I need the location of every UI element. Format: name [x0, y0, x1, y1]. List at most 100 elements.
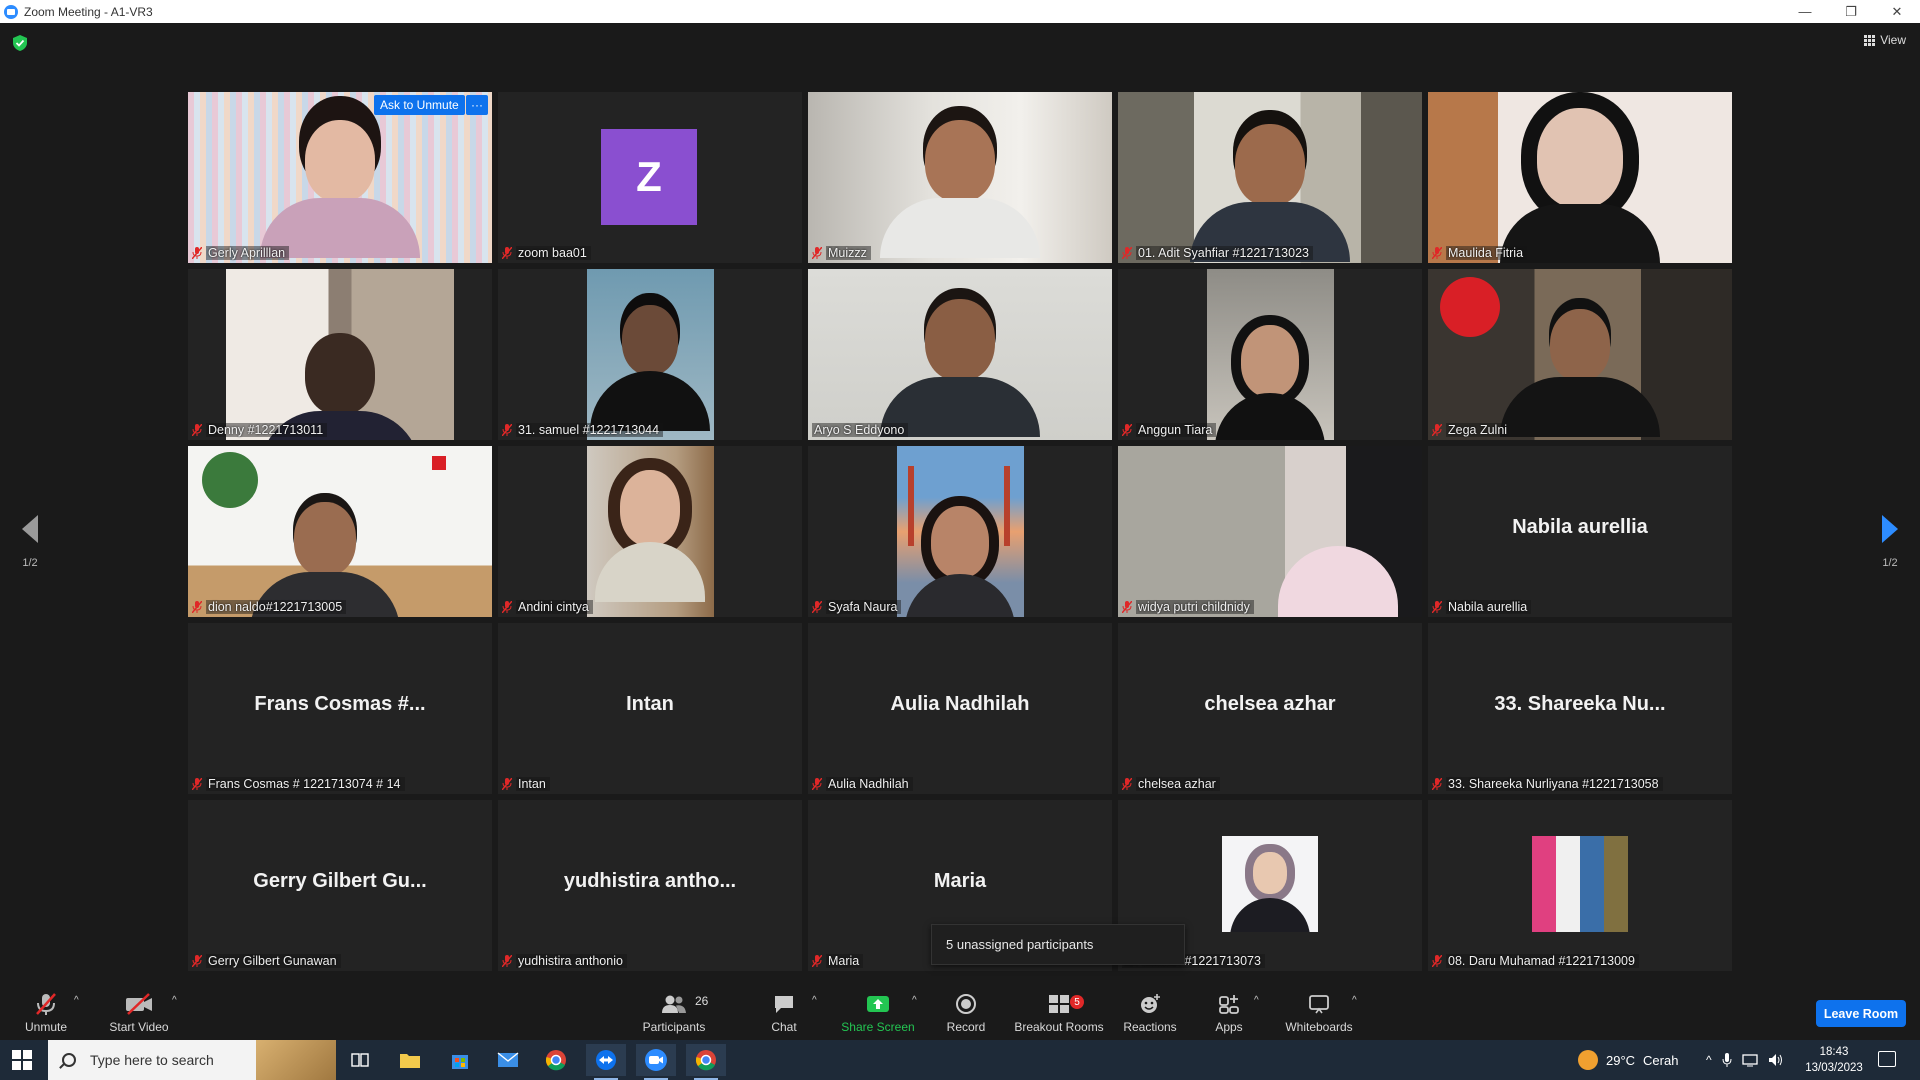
unmute-button[interactable]: Unmute	[18, 983, 74, 1039]
previous-page-button[interactable]: 1/2	[10, 515, 50, 569]
participant-tile[interactable]: Intan Intan	[498, 623, 802, 794]
next-page-button[interactable]: 1/2	[1870, 515, 1910, 569]
participant-name-label: Denny #1221713011	[192, 421, 328, 438]
participant-display-name: Maria	[933, 870, 987, 892]
participant-tile[interactable]: widya putri childnidy	[1118, 446, 1422, 617]
participants-button[interactable]: 26 Participants	[636, 983, 712, 1039]
muted-mic-icon	[502, 423, 512, 436]
view-button[interactable]: View	[1864, 33, 1906, 47]
meeting-top-bar: View	[0, 23, 1920, 68]
participant-tile[interactable]: Ask to Unmute ··· Gerly Aprilllan	[188, 92, 492, 263]
more-options-button[interactable]: ···	[466, 95, 488, 115]
volume-icon[interactable]	[1768, 1053, 1784, 1067]
participant-tile[interactable]: Frans Cosmas #... Frans Cosmas # 1221713…	[188, 623, 492, 794]
taskbar-search-box[interactable]: Type here to search	[48, 1040, 336, 1080]
share-options-chevron-icon[interactable]: ^	[912, 995, 917, 1006]
participant-tile[interactable]: Muizzz	[808, 92, 1112, 263]
participant-name-label: Maulida Fitria	[1432, 244, 1528, 261]
participant-name-label: Aryo S Eddyono	[812, 421, 909, 438]
whiteboards-button[interactable]: Whiteboards	[1284, 983, 1354, 1039]
breakout-rooms-badge: 5	[1070, 995, 1084, 1009]
participant-tile[interactable]: Zega Zulni	[1428, 269, 1732, 440]
clock-date: 13/03/2023	[1805, 1062, 1863, 1074]
start-video-button[interactable]: Start Video	[104, 983, 174, 1039]
weather-widget[interactable]: 29°C Cerah	[1578, 1040, 1678, 1080]
participant-tile[interactable]: 33. Shareeka Nu... 33. Shareeka Nurliyan…	[1428, 623, 1732, 794]
breakout-rooms-button[interactable]: 5 Breakout Rooms	[1012, 983, 1106, 1039]
maximize-button[interactable]: ❐	[1828, 0, 1874, 23]
participant-tile[interactable]: Anggun Tiara	[1118, 269, 1422, 440]
notification-icon[interactable]	[1878, 1051, 1896, 1067]
network-icon[interactable]	[1741, 1053, 1758, 1067]
windows-start-icon[interactable]	[12, 1050, 32, 1070]
close-button[interactable]: ✕	[1874, 0, 1920, 23]
chat-icon	[775, 996, 793, 1013]
taskbar-clock[interactable]: 18:43 13/03/2023	[1800, 1044, 1868, 1076]
task-view-icon[interactable]	[340, 1044, 380, 1076]
participant-name-label: Andini cintya	[502, 598, 593, 615]
file-explorer-icon[interactable]	[390, 1044, 430, 1076]
participant-tile[interactable]: 08. Daru Muhamad #1221713009	[1428, 800, 1732, 971]
reactions-button[interactable]: Reactions	[1122, 983, 1178, 1039]
share-screen-icon	[867, 996, 889, 1012]
participant-figure	[1190, 124, 1350, 262]
search-icon	[62, 1053, 76, 1067]
participant-name-label: Anggun Tiara	[1122, 421, 1217, 438]
participant-tile[interactable]: Z zoom baa01	[498, 92, 802, 263]
participant-tile[interactable]: chelsea azhar chelsea azhar	[1118, 623, 1422, 794]
participant-display-name: yudhistira antho...	[563, 870, 737, 892]
chat-button[interactable]: Chat	[766, 983, 802, 1039]
ask-to-unmute-button[interactable]: Ask to Unmute	[374, 95, 465, 115]
participant-display-name: Gerry Gilbert Gu...	[253, 870, 427, 892]
zoom-taskbar-icon[interactable]	[636, 1044, 676, 1080]
participant-name-label: chelsea azhar	[1122, 775, 1220, 792]
window-controls: — ❐ ✕	[1782, 0, 1920, 23]
microsoft-store-icon[interactable]	[440, 1044, 480, 1076]
participant-figure	[905, 506, 1015, 617]
minimize-button[interactable]: —	[1782, 0, 1828, 23]
participant-name-label: Nabila aurellia	[1432, 598, 1532, 615]
page-indicator-left: 1/2	[22, 557, 38, 569]
participant-tile[interactable]: yudhistira antho... yudhistira anthonio	[498, 800, 802, 971]
chrome-active-icon[interactable]	[686, 1044, 726, 1080]
shield-icon[interactable]	[13, 35, 27, 51]
muted-mic-icon	[1122, 423, 1132, 436]
video-options-chevron-icon[interactable]: ^	[172, 995, 177, 1006]
participant-figure	[595, 470, 705, 602]
apps-options-chevron-icon[interactable]: ^	[1254, 995, 1259, 1006]
share-screen-button[interactable]: Share Screen	[838, 983, 918, 1039]
participant-tile[interactable]: dion naldo#1221713005	[188, 446, 492, 617]
muted-mic-icon	[1432, 777, 1442, 790]
record-button[interactable]: Record	[942, 983, 990, 1039]
participant-tile[interactable]: Gerry Gilbert Gu... Gerry Gilbert Gunawa…	[188, 800, 492, 971]
mail-icon[interactable]	[488, 1044, 528, 1076]
participant-tile[interactable]: 01. Adit Syahfiar #1221713023	[1118, 92, 1422, 263]
participant-tile[interactable]: Nabila aurellia Nabila aurellia	[1428, 446, 1732, 617]
participant-tile[interactable]: Maulida Fitria	[1428, 92, 1732, 263]
zoom-app: Zoom Meeting - A1-VR3 — ❐ ✕ View 1/2 1/2	[0, 0, 1920, 1080]
participant-tile[interactable]: Syafa Naura	[808, 446, 1112, 617]
audio-options-chevron-icon[interactable]: ^	[74, 995, 79, 1006]
clock-time: 18:43	[1819, 1046, 1849, 1058]
chrome-icon[interactable]	[536, 1044, 576, 1076]
leave-room-button[interactable]: Leave Room	[1816, 1000, 1906, 1027]
apps-button[interactable]: Apps	[1212, 983, 1246, 1039]
muted-mic-icon	[36, 993, 56, 1015]
chat-options-chevron-icon[interactable]: ^	[812, 995, 817, 1006]
microphone-icon[interactable]	[1722, 1052, 1732, 1068]
participant-tile[interactable]: Andini cintya	[498, 446, 802, 617]
participant-tile[interactable]: Aulia Nadhilah Aulia Nadhilah	[808, 623, 1112, 794]
participant-tile-active-speaker[interactable]: Aryo S Eddyono	[808, 269, 1112, 440]
unassigned-participants-tooltip[interactable]: 5 unassigned participants	[931, 924, 1185, 965]
participant-name-label: 01. Adit Syahfiar #1221713023	[1122, 244, 1313, 261]
muted-mic-icon	[192, 954, 202, 967]
teamviewer-icon[interactable]	[586, 1044, 626, 1080]
muted-mic-icon	[1122, 246, 1132, 259]
muted-mic-icon	[812, 600, 822, 613]
participant-tile[interactable]: 31. samuel #1221713044	[498, 269, 802, 440]
participant-display-name: 33. Shareeka Nu...	[1494, 693, 1666, 715]
whiteboards-options-chevron-icon[interactable]: ^	[1352, 995, 1357, 1006]
participant-display-name: Nabila aurellia	[1512, 516, 1648, 538]
participant-tile[interactable]: Denny #1221713011	[188, 269, 492, 440]
chevron-up-icon[interactable]: ^	[1706, 1053, 1712, 1067]
